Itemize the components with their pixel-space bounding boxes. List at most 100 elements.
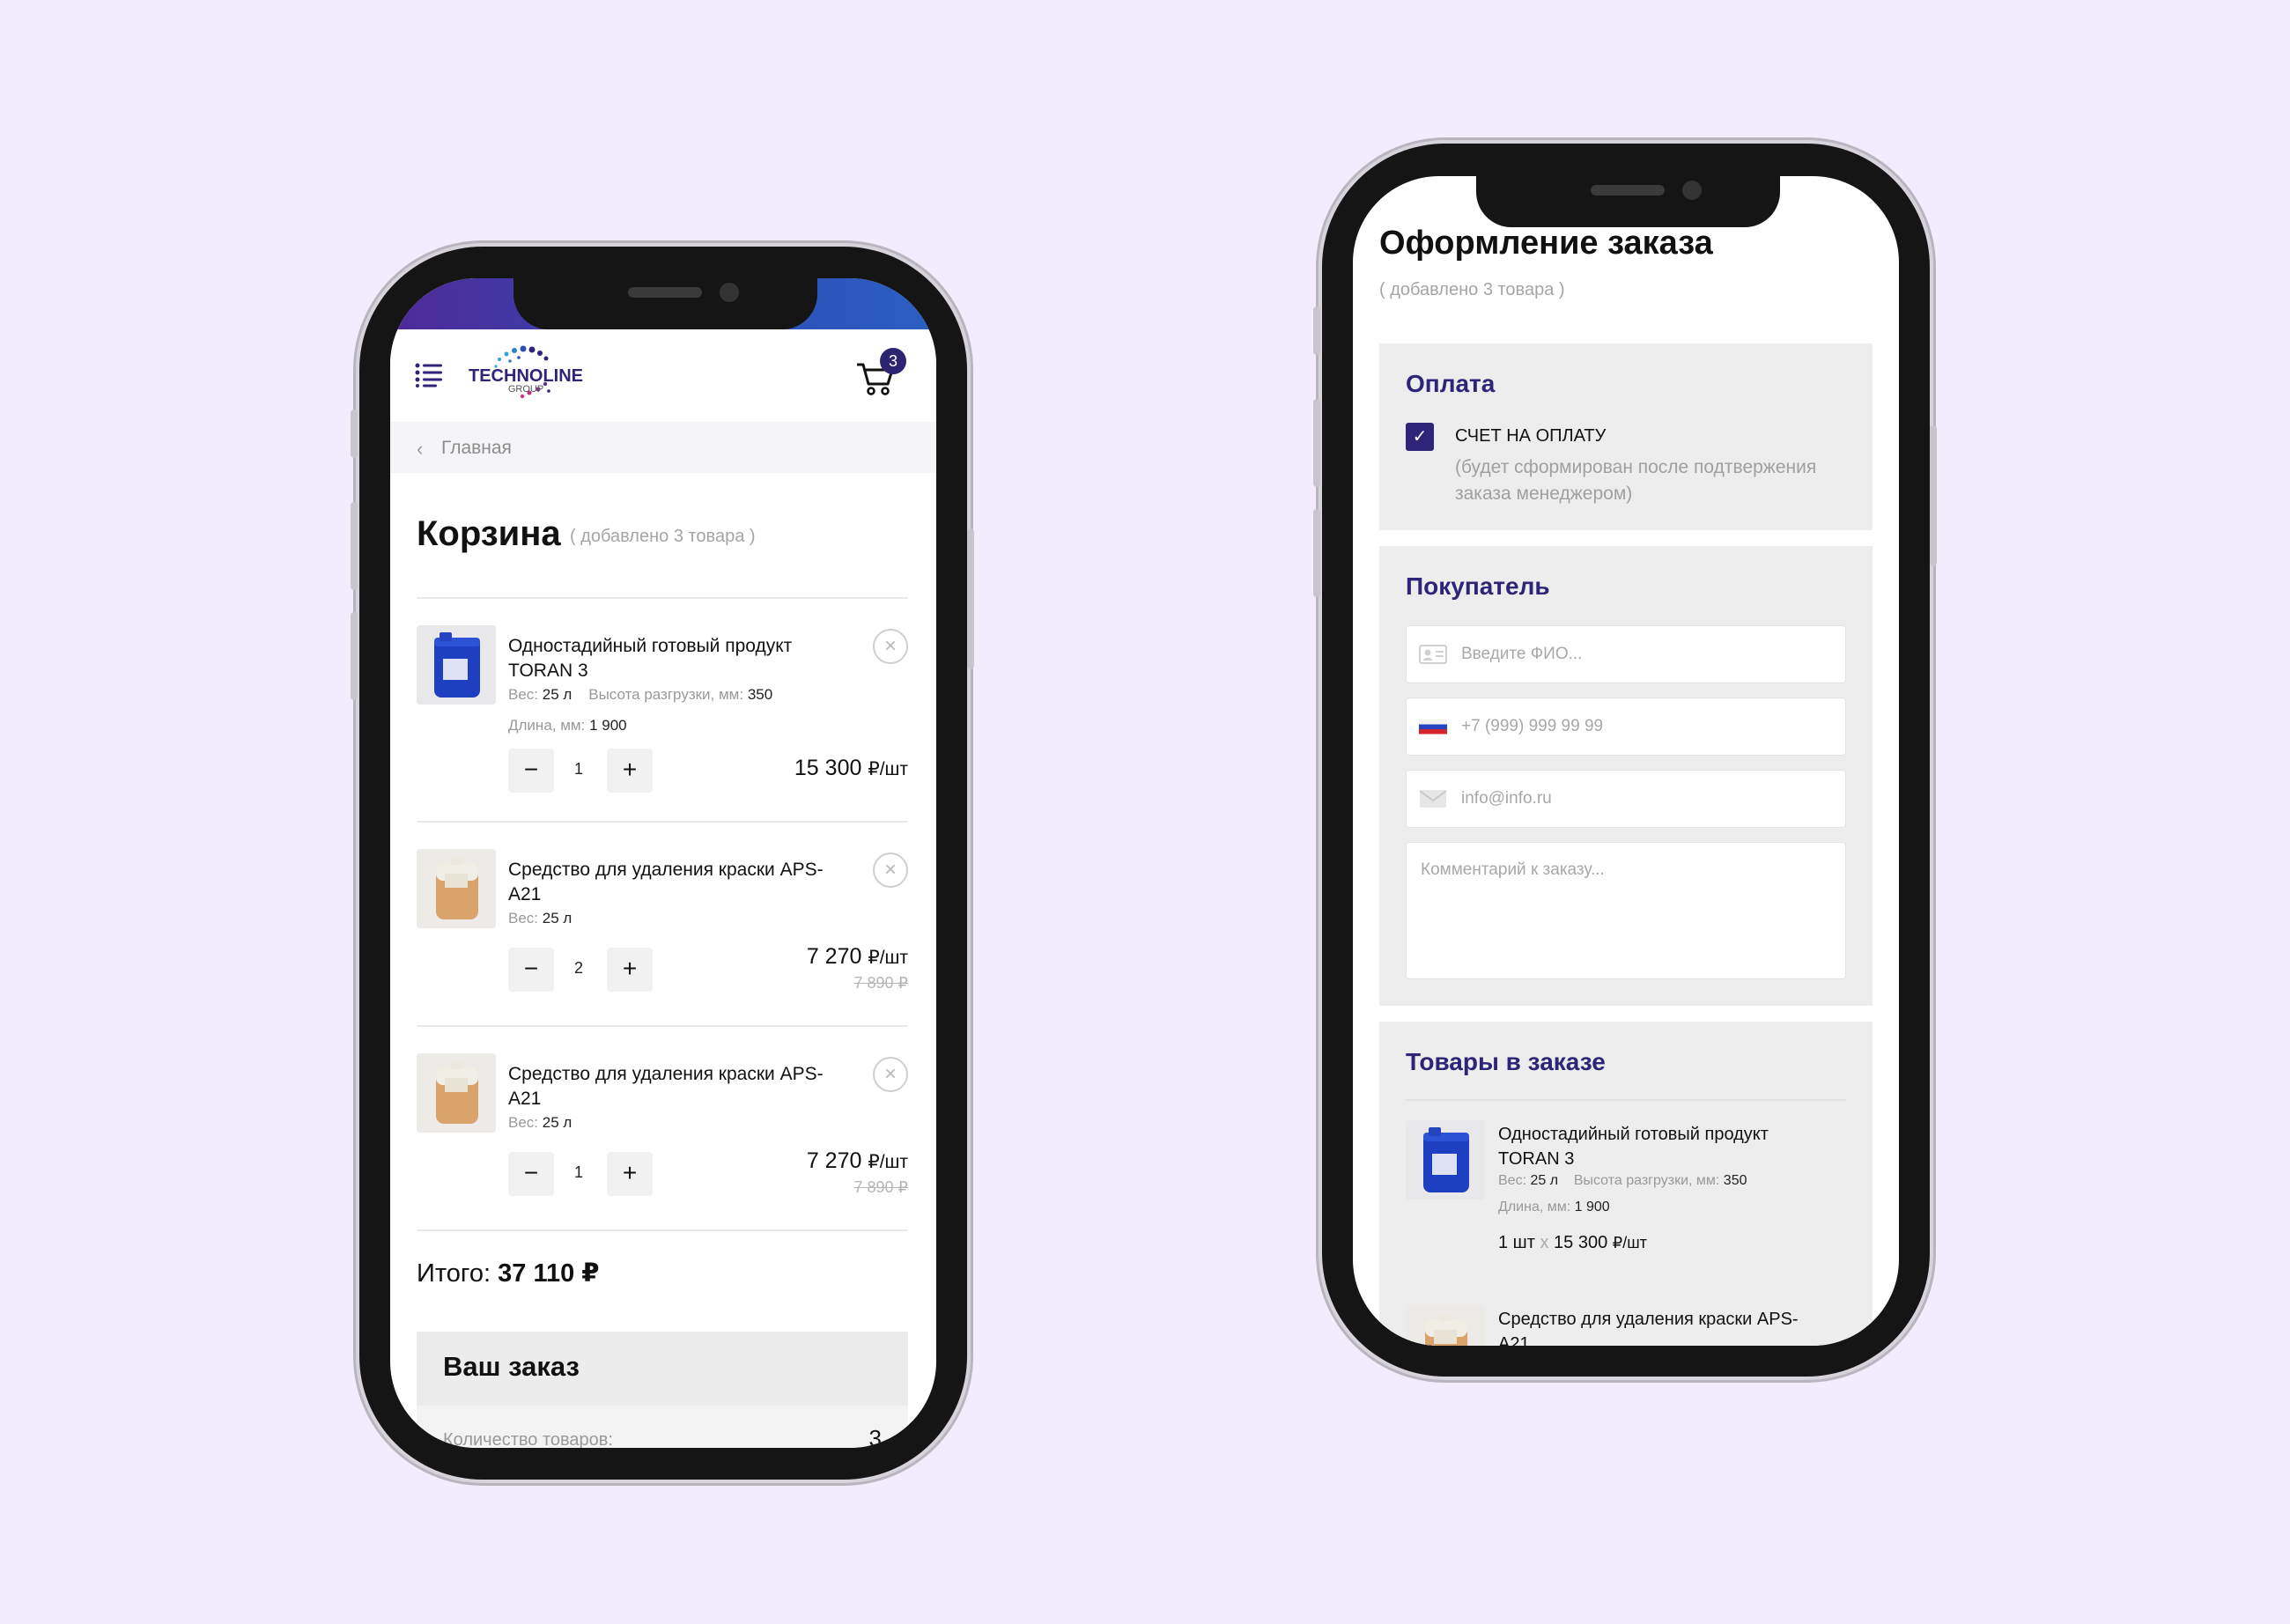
- item-name[interactable]: Средство для удаления краски APS- A21: [508, 858, 824, 907]
- power-button: [967, 528, 974, 669]
- invoice-checkbox[interactable]: ✓: [1406, 423, 1434, 451]
- email-field[interactable]: info@info.ru: [1406, 770, 1846, 828]
- comment-field[interactable]: Комментарий к заказу...: [1406, 842, 1846, 979]
- product-image[interactable]: [417, 625, 496, 705]
- payment-title: Оплата: [1406, 370, 1496, 397]
- quantity-value[interactable]: 2: [563, 959, 595, 978]
- cart-item: Средство для удаления краски APS- A21 Ве…: [417, 1053, 908, 1229]
- power-button: [1930, 425, 1937, 566]
- item-price: 15 300 ₽/шт: [794, 756, 908, 780]
- speaker: [628, 287, 702, 298]
- checkout-subtitle: ( добавлено 3 товара ): [1379, 280, 1565, 299]
- order-summary: Ваш заказ Количество товаров: 3: [417, 1332, 908, 1448]
- menu-icon[interactable]: [415, 363, 443, 388]
- item-price: 7 270 ₽/шт: [806, 944, 908, 969]
- technoline-logo[interactable]: TECHNOLINE GROUP: [464, 340, 587, 410]
- order-item-props-length: Длина, мм: 1 900: [1498, 1200, 1610, 1214]
- divider: [417, 821, 908, 823]
- blue-canister-image: [1406, 1120, 1485, 1200]
- quantity-value[interactable]: 1: [563, 1163, 595, 1182]
- speaker: [1591, 185, 1665, 196]
- increase-qty-button[interactable]: +: [607, 948, 653, 992]
- page-subtitle: ( добавлено 3 товара ): [570, 527, 756, 546]
- phone-placeholder: +7 (999) 999 99 99: [1461, 717, 1604, 735]
- item-name[interactable]: Средство для удаления краски APS- A21: [508, 1062, 824, 1111]
- invoice-option-label[interactable]: СЧЕТ НА ОПЛАТУ: [1455, 426, 1606, 447]
- right-screen: Оформление заказа ( добавлено 3 товара )…: [1353, 176, 1899, 1346]
- item-old-price: 7 890 ₽: [853, 974, 909, 992]
- increase-qty-button[interactable]: +: [607, 1152, 653, 1196]
- product-image[interactable]: [417, 849, 496, 928]
- name-placeholder: Введите ФИО...: [1461, 645, 1583, 663]
- order-count-label: Количество товаров:: [443, 1430, 613, 1448]
- volume-down-button: [351, 612, 358, 700]
- decrease-qty-button[interactable]: −: [508, 948, 554, 992]
- item-props: Вес: 25 л: [508, 1114, 572, 1131]
- envelope-icon: [1419, 790, 1447, 808]
- logo-subtext: GROUP: [507, 384, 544, 395]
- order-summary-header: Ваш заказ: [417, 1332, 908, 1406]
- checkout-title: Оформление заказа: [1379, 225, 1713, 262]
- email-placeholder: info@info.ru: [1461, 789, 1552, 808]
- item-props-length: Длина, мм: 1 900: [508, 717, 627, 734]
- phone-field[interactable]: +7 (999) 999 99 99: [1406, 698, 1846, 756]
- orange-canister-image: [1406, 1305, 1485, 1346]
- blue-canister-image: [417, 625, 496, 705]
- product-image[interactable]: [417, 1053, 496, 1133]
- item-props: Вес: 25 л: [508, 910, 572, 926]
- comment-placeholder: Комментарий к заказу...: [1421, 860, 1605, 879]
- right-phone-frame: Оформление заказа ( добавлено 3 товара )…: [1313, 144, 1937, 1377]
- russia-flag-icon: [1419, 720, 1447, 734]
- side-button: [1313, 306, 1320, 355]
- divider: [417, 1025, 908, 1027]
- notch: [1476, 176, 1780, 227]
- order-goods-section: Товары в заказе Одностадийный готовый пр…: [1379, 1022, 1873, 1346]
- front-camera: [1682, 181, 1702, 200]
- breadcrumb-home[interactable]: Главная: [441, 438, 512, 459]
- breadcrumb[interactable]: ‹ Главная: [390, 422, 936, 473]
- buyer-title: Покупатель: [1406, 572, 1550, 600]
- invoice-option-note: (будет сформирован после подтвержения за…: [1455, 457, 1817, 504]
- front-camera: [720, 283, 739, 302]
- divider: [417, 597, 908, 599]
- page-title: Корзина: [417, 514, 561, 553]
- order-item-name: Средство для удаления краски APS- A21: [1498, 1310, 1799, 1346]
- side-button: [351, 410, 358, 458]
- order-goods-title: Товары в заказе: [1406, 1048, 1606, 1075]
- item-name[interactable]: Одностадийный готовый продукт TORAN 3: [508, 634, 792, 683]
- order-item-name: Одностадийный готовый продукт TORAN 3: [1498, 1125, 1769, 1169]
- divider: [1406, 1099, 1846, 1101]
- quantity-value[interactable]: 1: [563, 760, 595, 779]
- chevron-left-icon: ‹: [417, 438, 424, 460]
- decrease-qty-button[interactable]: −: [508, 1152, 554, 1196]
- decrease-qty-button[interactable]: −: [508, 749, 554, 793]
- order-item-qty-price: 1 шт x 15 300 ₽/шт: [1498, 1233, 1647, 1252]
- order-item-props: Вес: 25 л Высота разгрузки, мм: 350: [1498, 1173, 1747, 1188]
- volume-up-button: [351, 502, 358, 590]
- order-count-value: 3: [868, 1425, 882, 1448]
- volume-up-button: [1313, 399, 1320, 487]
- product-image[interactable]: [1406, 1305, 1485, 1346]
- item-props: Вес: 25 л Высота разгрузки, мм: 350: [508, 686, 773, 703]
- buyer-section: Покупатель Введите ФИО... +7 (999) 999 9…: [1379, 546, 1873, 1006]
- remove-item-button[interactable]: ×: [873, 1057, 908, 1092]
- left-screen: TECHNOLINE GROUP 3 ‹ Главная Корзина ( д…: [390, 278, 936, 1448]
- volume-down-button: [1313, 509, 1320, 597]
- name-field[interactable]: Введите ФИО...: [1406, 625, 1846, 683]
- increase-qty-button[interactable]: +: [607, 749, 653, 793]
- payment-section: Оплата ✓ СЧЕТ НА ОПЛАТУ (будет сформиров…: [1379, 343, 1873, 530]
- id-card-icon: [1419, 645, 1447, 664]
- cart-item: Средство для удаления краски APS- A21 Ве…: [417, 849, 908, 1025]
- product-image[interactable]: [1406, 1120, 1485, 1200]
- cart-count-badge: 3: [880, 348, 906, 374]
- orange-canister-image: [417, 849, 496, 928]
- site-header: TECHNOLINE GROUP 3: [390, 329, 936, 422]
- item-price: 7 270 ₽/шт: [806, 1148, 908, 1173]
- remove-item-button[interactable]: ×: [873, 629, 908, 664]
- cart-total: Итого: 37 110 ₽: [417, 1259, 600, 1288]
- left-phone-frame: TECHNOLINE GROUP 3 ‹ Главная Корзина ( д…: [351, 247, 974, 1480]
- notch: [513, 278, 817, 329]
- cart-item: Одностадийный готовый продукт TORAN 3 Ве…: [417, 625, 908, 819]
- orange-canister-image: [417, 1053, 496, 1133]
- remove-item-button[interactable]: ×: [873, 853, 908, 888]
